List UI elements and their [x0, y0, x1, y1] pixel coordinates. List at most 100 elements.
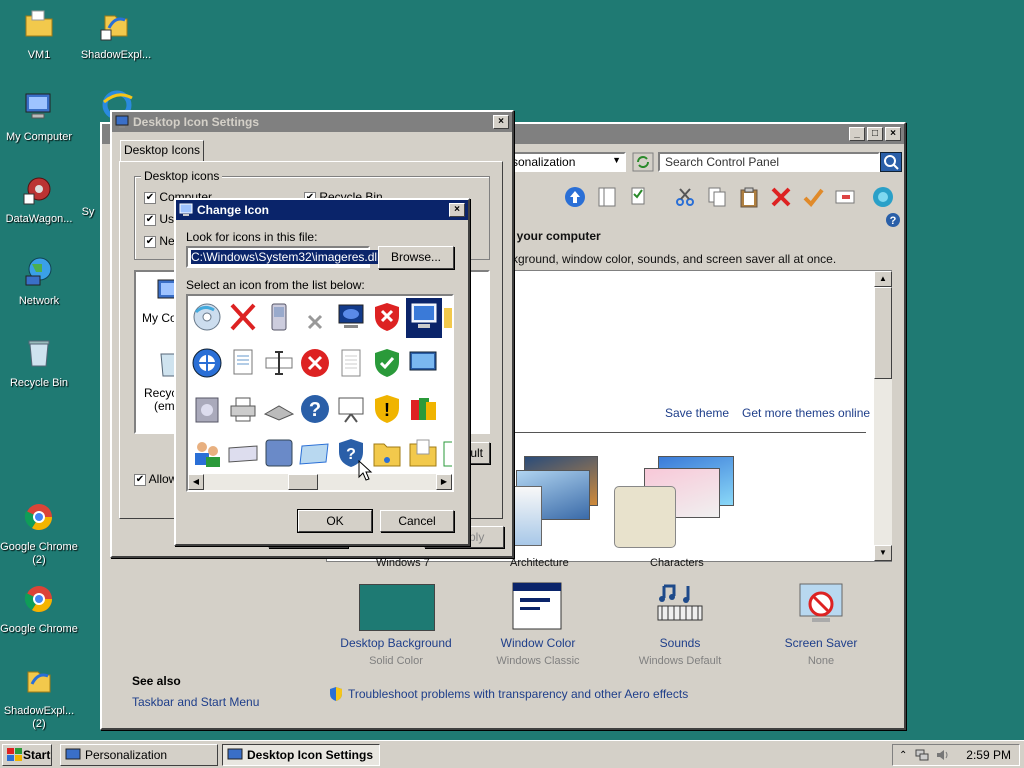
desktop-icon-settings-titlebar[interactable]: Desktop Icon Settings ×: [112, 112, 512, 132]
scroll-left-arrow[interactable]: ◀: [188, 474, 204, 490]
desktop-icon-shadowexplorer[interactable]: ShadowExpl...: [77, 8, 155, 62]
search-input[interactable]: Search Control Panel: [658, 152, 880, 172]
documents-folder-icon[interactable]: [406, 436, 440, 470]
printer-icon[interactable]: [226, 392, 260, 426]
gray-x-icon[interactable]: [298, 300, 332, 334]
task-desktop-icon-settings[interactable]: Desktop Icon Settings: [222, 744, 380, 766]
taskbar-start-menu-link[interactable]: Taskbar and Start Menu: [132, 695, 259, 709]
programs-icon[interactable]: [406, 392, 440, 426]
drive-icon[interactable]: [226, 436, 260, 470]
panel-icon[interactable]: [262, 436, 296, 470]
display-icon[interactable]: [406, 346, 440, 380]
cd-drive-icon[interactable]: [190, 300, 224, 334]
error-shield-icon[interactable]: [370, 300, 404, 334]
checkbox-user[interactable]: ✔ Us: [144, 212, 174, 226]
cut-icon[interactable]: [674, 186, 696, 208]
search-icon[interactable]: [880, 152, 902, 172]
icon-list[interactable]: ? ! ?: [186, 294, 454, 492]
clock[interactable]: 2:59 PM: [966, 748, 1011, 762]
scroll-thumb[interactable]: [288, 474, 318, 490]
network-connection-icon[interactable]: [190, 346, 224, 380]
scroll-right-arrow[interactable]: ▶: [436, 474, 452, 490]
screen-saver-icon[interactable]: [796, 582, 846, 630]
sounds-icon[interactable]: [654, 582, 706, 630]
desktop-icon-google-chrome[interactable]: Google Chrome: [0, 582, 78, 636]
allow-themes-checkbox[interactable]: ✔ Allow: [134, 472, 177, 486]
folder-icon[interactable]: [442, 300, 454, 334]
paste-icon[interactable]: [738, 186, 760, 208]
desktop-icon-google-chrome-2[interactable]: Google Chrome (2): [0, 500, 78, 567]
undo-checkmark-icon[interactable]: [802, 186, 824, 208]
music-folder-icon[interactable]: [370, 436, 404, 470]
close-button[interactable]: ×: [493, 115, 509, 129]
selected-icon-cell[interactable]: [406, 298, 442, 338]
desktop-icon-shadowexplorer-2[interactable]: ShadowExpl... (2): [0, 664, 78, 731]
checkbox-box[interactable]: ✔: [134, 473, 146, 486]
projector-screen-icon[interactable]: [334, 392, 368, 426]
checkbox-network[interactable]: ✔ Ne: [144, 234, 175, 248]
start-button[interactable]: Start: [2, 744, 52, 766]
window-color-icon[interactable]: [512, 582, 564, 632]
volume-icon[interactable]: [935, 748, 949, 762]
desktop-icon-my-computer[interactable]: My Computer: [0, 90, 78, 144]
get-more-themes-link[interactable]: Get more themes online: [742, 406, 870, 420]
scroll-thumb[interactable]: [874, 287, 892, 379]
delete-icon[interactable]: [770, 186, 792, 208]
warning-shield-icon[interactable]: !: [370, 392, 404, 426]
desktop-background-link[interactable]: Desktop Background: [336, 636, 456, 650]
views-icon[interactable]: [628, 186, 650, 208]
close-button[interactable]: ×: [449, 203, 465, 217]
blank-document-icon[interactable]: [334, 346, 368, 380]
troubleshoot-link[interactable]: Troubleshoot problems with transparency …: [348, 687, 688, 701]
window-color-link[interactable]: Window Color: [478, 636, 598, 650]
minimize-button[interactable]: _: [849, 127, 865, 141]
document-icon[interactable]: [226, 346, 260, 380]
security-shield-check-icon[interactable]: [370, 346, 404, 380]
sounds-link[interactable]: Sounds: [620, 636, 740, 650]
task-personalization[interactable]: Personalization: [60, 744, 218, 766]
window-frame-icon[interactable]: [298, 436, 332, 470]
desktop-background-swatch[interactable]: [359, 584, 435, 631]
scroll-down-arrow[interactable]: ▼: [874, 545, 892, 561]
up-arrow-icon[interactable]: [564, 186, 586, 208]
address-bar[interactable]: sonalization ▼: [506, 152, 626, 172]
scroll-up-arrow[interactable]: ▲: [874, 271, 892, 287]
chevron-up-icon[interactable]: ⌃: [899, 750, 907, 761]
theme-characters[interactable]: [614, 456, 738, 550]
media-player-icon[interactable]: [190, 392, 224, 426]
error-icon[interactable]: [298, 346, 332, 380]
help-icon[interactable]: ?: [885, 212, 901, 228]
save-theme-link[interactable]: Save theme: [665, 406, 729, 420]
screen-saver-link[interactable]: Screen Saver: [761, 636, 881, 650]
handheld-device-icon[interactable]: [262, 300, 296, 334]
close-button[interactable]: ×: [885, 127, 901, 141]
desktop-icon-datawagon[interactable]: DataWagon...: [0, 172, 78, 226]
cancel-button[interactable]: Cancel: [380, 510, 454, 532]
tab-desktop-icons[interactable]: Desktop Icons: [120, 140, 204, 162]
chevron-down-icon[interactable]: ▼: [612, 155, 621, 165]
themes-scrollbar[interactable]: ▲ ▼: [874, 271, 892, 561]
checkbox-box[interactable]: ✔: [144, 191, 156, 204]
ok-button[interactable]: OK: [297, 509, 373, 533]
desktop-icon-vm1[interactable]: VM1: [0, 8, 78, 62]
browse-button[interactable]: Browse...: [378, 246, 454, 269]
red-x-icon[interactable]: [226, 300, 260, 334]
users-icon[interactable]: [190, 436, 224, 470]
network-tray-icon[interactable]: [915, 748, 929, 762]
list-icon[interactable]: [442, 436, 454, 470]
folders-pane-icon[interactable]: [596, 186, 618, 208]
properties-icon[interactable]: [834, 186, 856, 208]
theme-architecture[interactable]: [512, 456, 604, 548]
icon-file-path-input[interactable]: C:\Windows\System32\imageres.dll: [186, 246, 380, 268]
monitor-icon[interactable]: [334, 300, 368, 334]
change-icon-titlebar[interactable]: Change Icon ×: [176, 200, 468, 220]
desktop-icon-recycle-bin[interactable]: Recycle Bin: [0, 336, 78, 390]
desktop-icon-network[interactable]: Network: [0, 254, 78, 308]
shell-globe-icon[interactable]: [872, 186, 894, 208]
scanner-icon[interactable]: [262, 392, 296, 426]
copy-icon[interactable]: [706, 186, 728, 208]
refresh-icon[interactable]: [632, 152, 654, 172]
help-icon[interactable]: ?: [298, 392, 332, 426]
text-cursor-icon[interactable]: [262, 346, 296, 380]
checkbox-box[interactable]: ✔: [144, 235, 156, 248]
